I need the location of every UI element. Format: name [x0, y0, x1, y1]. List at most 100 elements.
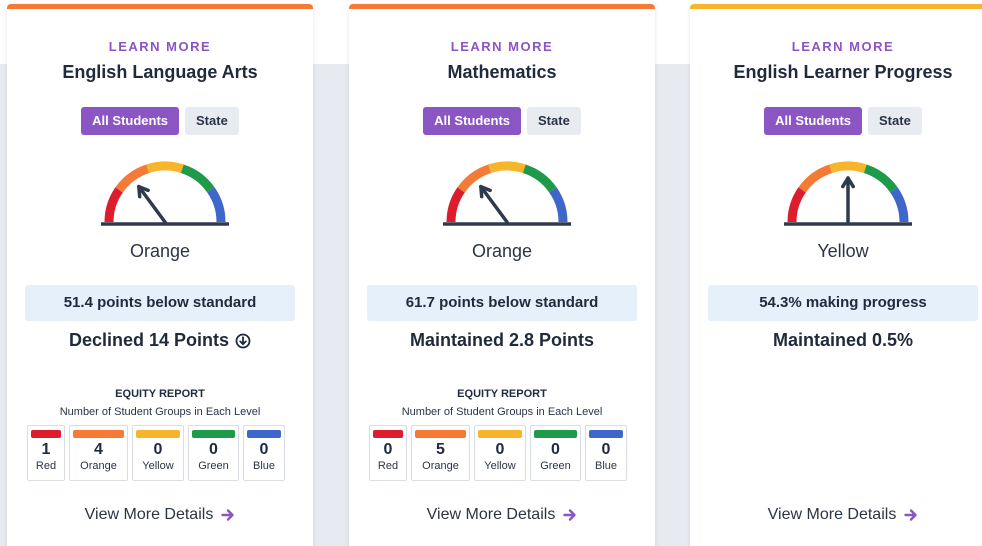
- level-count: 5: [436, 441, 445, 458]
- view-more-details-link[interactable]: View More Details: [7, 506, 313, 524]
- change-label: Maintained 2.8 Points: [409, 330, 595, 350]
- view-more-details-link[interactable]: View More Details: [690, 506, 982, 524]
- student-toggle: All Students State: [7, 107, 313, 135]
- equity-level-yellow: 0 Yellow: [132, 425, 184, 481]
- equity-level-row: 1 Red 4 Orange 0 Yellow 0 Green 0 Blue: [27, 425, 285, 481]
- state-button[interactable]: State: [868, 107, 922, 135]
- level-color-bar: [247, 430, 281, 438]
- details-label: View More Details: [767, 506, 897, 523]
- learn-more-link[interactable]: LEARN MORE: [349, 39, 655, 54]
- gauge-segment-blue: [890, 187, 909, 223]
- equity-level-blue: 0 Blue: [243, 425, 285, 481]
- details-label: View More Details: [84, 506, 214, 523]
- change-label: Declined 14 Points: [68, 330, 230, 350]
- all-students-button[interactable]: All Students: [764, 107, 863, 135]
- level-name: Green: [198, 460, 229, 472]
- view-more-details-link[interactable]: View More Details: [349, 506, 655, 524]
- level-color-bar: [73, 430, 124, 438]
- card-english-learner-progress: LEARN MORE English Learner Progress All …: [690, 4, 982, 546]
- level-label: Yellow: [817, 241, 869, 261]
- equity-level-orange: 5 Orange: [411, 425, 470, 481]
- gauge-segment-blue: [549, 187, 568, 223]
- equity-level-red: 0 Red: [369, 425, 407, 481]
- level-count: 0: [383, 441, 393, 458]
- level-color-bar: [534, 430, 577, 438]
- level-count: 0: [153, 441, 163, 458]
- change-text: Maintained 2.8 Points: [349, 330, 655, 351]
- gauge-meter: [443, 161, 571, 226]
- gauge-meter: [784, 161, 912, 226]
- level-color-bar: [192, 430, 235, 438]
- level-name: Orange: [422, 460, 459, 472]
- change-text: Declined 14 Points: [7, 330, 313, 351]
- card-title: English Language Arts: [62, 62, 258, 82]
- level-label: Orange: [471, 241, 533, 261]
- equity-level-red: 1 Red: [27, 425, 65, 481]
- status-pill: 51.4 points below standard: [25, 285, 295, 321]
- student-toggle: All Students State: [690, 107, 982, 135]
- level-count: 0: [209, 441, 218, 458]
- arrow-right-icon: [221, 509, 235, 521]
- equity-level-blue: 0 Blue: [585, 425, 627, 481]
- gauge-segment-yellow: [146, 161, 184, 174]
- card-title: English Learner Progress: [733, 62, 953, 82]
- equity-level-green: 0 Green: [530, 425, 581, 481]
- card-top-bar: [349, 4, 655, 9]
- gauge-meter: [101, 161, 229, 226]
- level-count: 4: [94, 441, 103, 458]
- level-name: Yellow: [142, 460, 174, 472]
- learn-more-link[interactable]: LEARN MORE: [7, 39, 313, 54]
- student-toggle: All Students State: [349, 107, 655, 135]
- level-count: 1: [41, 441, 51, 458]
- equity-report-subtitle: Number of Student Groups in Each Level: [401, 406, 603, 418]
- card-top-bar: [7, 4, 313, 9]
- gauge-needle: [137, 184, 167, 224]
- arrow-down-circle-icon: [235, 333, 251, 348]
- level-label: Orange: [129, 241, 191, 261]
- all-students-button[interactable]: All Students: [423, 107, 522, 135]
- gauge-segment-red: [104, 187, 123, 223]
- level-count: 0: [601, 441, 611, 458]
- gauge-segment-red: [787, 187, 806, 223]
- level-color-bar: [31, 430, 61, 438]
- level-color-bar: [478, 430, 522, 438]
- equity-report-subtitle: Number of Student Groups in Each Level: [59, 406, 261, 418]
- card-top-bar: [690, 4, 982, 9]
- change-label: Maintained 0.5%: [772, 330, 914, 350]
- equity-report-title: EQUITY REPORT: [115, 388, 205, 400]
- gauge-segment-green: [522, 164, 557, 193]
- state-button[interactable]: State: [527, 107, 581, 135]
- level-count: 0: [259, 441, 269, 458]
- gauge-segment-red: [446, 187, 465, 223]
- level-name: Blue: [594, 460, 618, 472]
- level-name: Yellow: [484, 460, 516, 472]
- level-color-bar: [589, 430, 623, 438]
- level-name: Red: [377, 460, 399, 472]
- learn-more-link[interactable]: LEARN MORE: [690, 39, 982, 54]
- gauge-segment-green: [863, 164, 898, 193]
- card-mathematics: LEARN MORE Mathematics All Students Stat…: [349, 4, 655, 546]
- equity-level-row: 0 Red 5 Orange 0 Yellow 0 Green 0 Blue: [369, 425, 627, 481]
- state-button[interactable]: State: [185, 107, 239, 135]
- gauge-segment-yellow: [829, 161, 867, 174]
- level-count: 0: [495, 441, 505, 458]
- level-name: Green: [540, 460, 571, 472]
- status-pill: 54.3% making progress: [708, 285, 978, 321]
- arrow-right-icon: [904, 509, 918, 521]
- equity-level-orange: 4 Orange: [69, 425, 128, 481]
- gauge-segment-yellow: [488, 161, 526, 174]
- level-name: Blue: [252, 460, 276, 472]
- level-color-bar: [136, 430, 180, 438]
- gauge-segment-blue: [207, 187, 226, 223]
- change-text: Maintained 0.5%: [690, 330, 982, 351]
- level-color-bar: [415, 430, 466, 438]
- arrow-right-icon: [563, 509, 577, 521]
- all-students-button[interactable]: All Students: [81, 107, 180, 135]
- level-color-bar: [373, 430, 403, 438]
- level-name: Orange: [80, 460, 117, 472]
- equity-report-title: EQUITY REPORT: [457, 388, 547, 400]
- gauge-needle: [479, 184, 509, 224]
- equity-level-green: 0 Green: [188, 425, 239, 481]
- details-label: View More Details: [426, 506, 556, 523]
- equity-level-yellow: 0 Yellow: [474, 425, 526, 481]
